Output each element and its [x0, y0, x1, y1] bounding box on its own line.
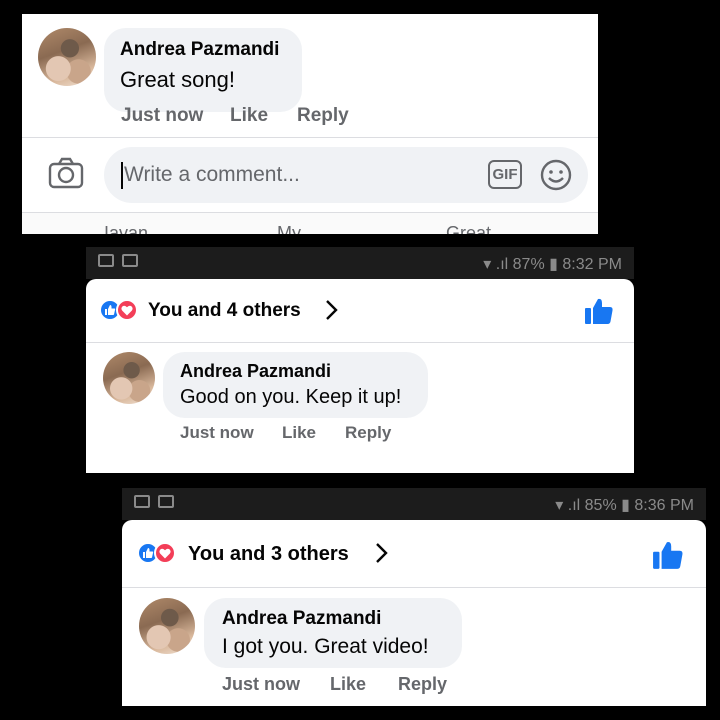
- notification-icon: [122, 254, 138, 267]
- comment-time: Just now: [180, 423, 254, 442]
- reply-button[interactable]: Reply: [297, 105, 349, 127]
- status-right: ▾ .ıl 87% ▮ 8:32 PM: [483, 254, 622, 274]
- tab-my[interactable]: My: [277, 223, 301, 234]
- image-icon: [98, 254, 114, 267]
- comment-author[interactable]: Andrea Pazmandi: [180, 361, 331, 382]
- avatar[interactable]: [103, 352, 155, 404]
- comment-author[interactable]: Andrea Pazmandi: [120, 39, 279, 61]
- chevron-right-icon[interactable]: [324, 299, 338, 326]
- clock: 8:32 PM: [562, 256, 622, 273]
- divider: [122, 587, 706, 588]
- love-reaction-icon: [116, 299, 138, 321]
- reactions-summary[interactable]: You and 3 others: [188, 543, 349, 566]
- signal-icon: ▾ .ıl: [555, 497, 585, 514]
- divider: [22, 137, 598, 138]
- divider: [86, 342, 634, 343]
- chevron-right-icon[interactable]: [374, 542, 388, 569]
- emoji-icon[interactable]: [540, 159, 572, 191]
- status-bar: ▾ .ıl 87% ▮ 8:32 PM: [86, 247, 634, 279]
- comment-text: Great song!: [120, 67, 235, 92]
- avatar[interactable]: [139, 598, 195, 654]
- status-bar: ▾ .ıl 85% ▮ 8:36 PM: [122, 488, 706, 520]
- reaction-icons[interactable]: [99, 299, 138, 321]
- comment-text: Good on you. Keep it up!: [180, 386, 402, 408]
- tab-great[interactable]: Great: [446, 223, 491, 234]
- battery-icon: ▮: [549, 256, 558, 273]
- comment-time: Just now: [222, 674, 301, 694]
- tab-iavan[interactable]: Iavan: [104, 223, 148, 234]
- clock: 8:36 PM: [634, 497, 694, 514]
- avatar[interactable]: [38, 28, 96, 86]
- comment-text: I got you. Great video!: [222, 635, 429, 658]
- comment-author[interactable]: Andrea Pazmandi: [222, 608, 381, 630]
- signal-icon: ▾ .ıl: [483, 256, 513, 273]
- like-button[interactable]: Like: [230, 105, 268, 127]
- image-icon: [134, 495, 150, 508]
- text-cursor: [121, 162, 123, 189]
- comment-input[interactable]: Write a comment... GIF: [104, 147, 588, 203]
- like-thumb-icon[interactable]: [652, 540, 684, 575]
- comment-time: Just now: [121, 105, 204, 126]
- reactions-summary[interactable]: You and 4 others: [148, 300, 301, 322]
- reaction-icons[interactable]: [137, 542, 176, 564]
- status-right: ▾ .ıl 85% ▮ 8:36 PM: [555, 495, 694, 515]
- like-thumb-icon[interactable]: [584, 297, 614, 330]
- battery-level: 87%: [512, 256, 545, 273]
- battery-icon: ▮: [621, 497, 630, 514]
- gif-icon[interactable]: GIF: [488, 160, 522, 189]
- like-button[interactable]: Like: [282, 423, 316, 443]
- bottom-comment-panel: You and 3 others Andrea Pazmandi I got y…: [122, 520, 706, 706]
- reply-button[interactable]: Reply: [345, 423, 391, 443]
- middle-comment-panel: You and 4 others Andrea Pazmandi Good on…: [86, 279, 634, 473]
- comment-input-placeholder: Write a comment...: [124, 163, 300, 186]
- reply-button[interactable]: Reply: [398, 674, 447, 695]
- camera-icon[interactable]: [48, 157, 84, 189]
- bottom-tab-bar: Iavan My Great: [22, 212, 598, 234]
- love-reaction-icon: [154, 542, 176, 564]
- like-button[interactable]: Like: [330, 674, 366, 695]
- top-comment-panel: Andrea Pazmandi Great song! Just now Lik…: [22, 14, 598, 234]
- notification-icon: [158, 495, 174, 508]
- battery-level: 85%: [584, 497, 617, 514]
